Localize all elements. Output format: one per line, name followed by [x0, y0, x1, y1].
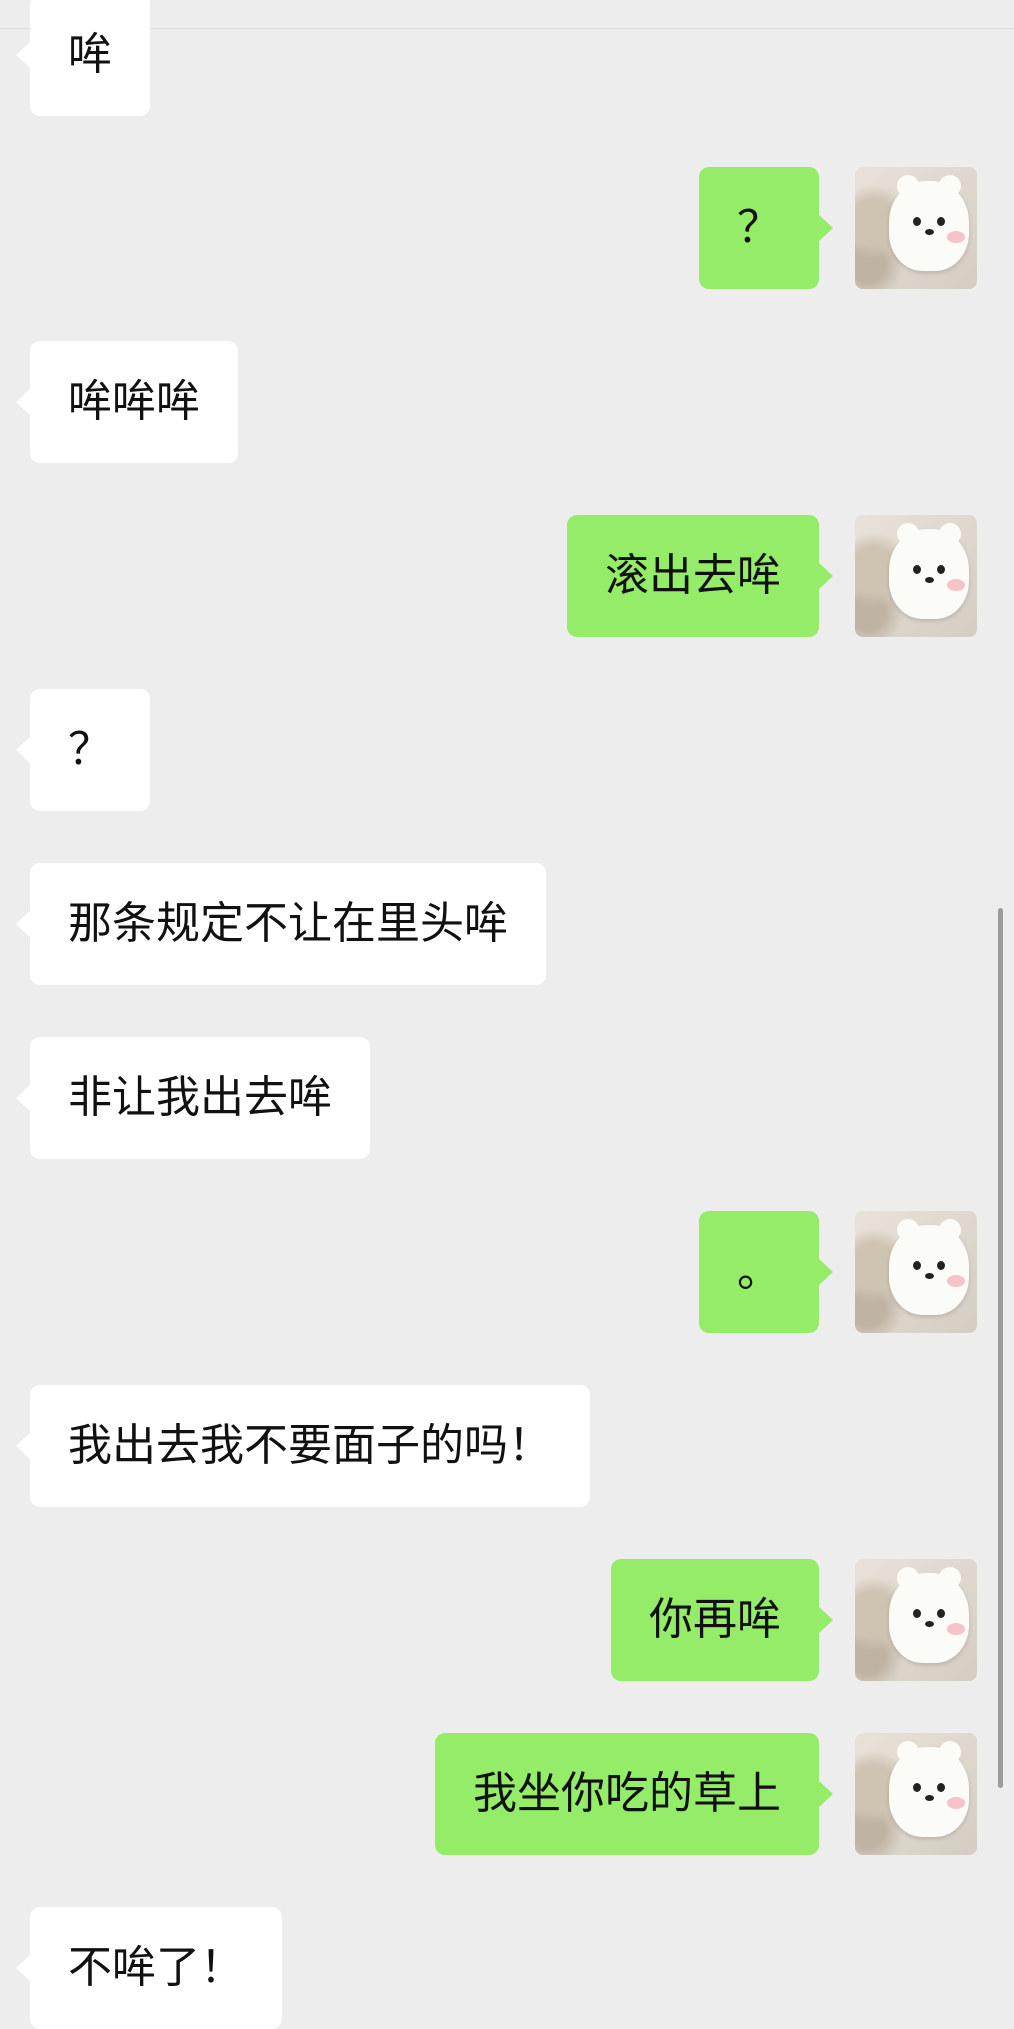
message-text: 哞 — [68, 29, 112, 80]
message-text: ？ — [737, 202, 781, 253]
message-bubble-incoming[interactable]: 我出去我不要面子的吗！ — [16, 1385, 590, 1507]
bear-icon — [889, 523, 969, 619]
message-bubble-incoming[interactable]: 不哞了！ — [16, 1907, 282, 2029]
message-text: 那条规定不让在里头哞 — [68, 898, 508, 949]
message-text: 你再哞 — [649, 1594, 781, 1645]
message-bubble-outgoing[interactable]: ？ — [699, 167, 833, 289]
top-divider — [0, 0, 1014, 29]
message-text: ？ — [68, 724, 112, 775]
bear-icon — [889, 1219, 969, 1315]
message-text: 我坐你吃的草上 — [473, 1768, 781, 1819]
message-bubble-incoming[interactable]: ？ — [16, 689, 150, 811]
user-avatar[interactable] — [855, 1733, 977, 1855]
message-text: 哞哞哞 — [68, 376, 200, 427]
user-avatar[interactable] — [855, 167, 977, 289]
message-bubble-incoming[interactable]: 哞 — [16, 0, 150, 116]
message-bubble-incoming[interactable]: 那条规定不让在里头哞 — [16, 863, 546, 985]
message-text: 我出去我不要面子的吗！ — [68, 1420, 552, 1471]
message-bubble-incoming[interactable]: 非让我出去哞 — [16, 1037, 370, 1159]
user-avatar[interactable] — [855, 1559, 977, 1681]
user-avatar[interactable] — [855, 515, 977, 637]
message-bubble-outgoing[interactable]: 。 — [699, 1211, 833, 1333]
bear-icon — [889, 1741, 969, 1837]
message-text: 非让我出去哞 — [68, 1072, 332, 1123]
message-bubble-incoming[interactable]: 哞哞哞 — [16, 341, 238, 463]
message-bubble-outgoing[interactable]: 滚出去哞 — [567, 515, 833, 637]
scrollbar[interactable] — [998, 908, 1003, 1788]
bear-icon — [889, 1567, 969, 1663]
user-avatar[interactable] — [855, 1211, 977, 1333]
message-text: 。 — [737, 1246, 781, 1297]
message-text: 滚出去哞 — [605, 550, 781, 601]
message-bubble-outgoing[interactable]: 你再哞 — [611, 1559, 833, 1681]
bear-icon — [889, 175, 969, 271]
message-bubble-outgoing[interactable]: 我坐你吃的草上 — [435, 1733, 833, 1855]
message-text: 不哞了！ — [68, 1942, 244, 1993]
